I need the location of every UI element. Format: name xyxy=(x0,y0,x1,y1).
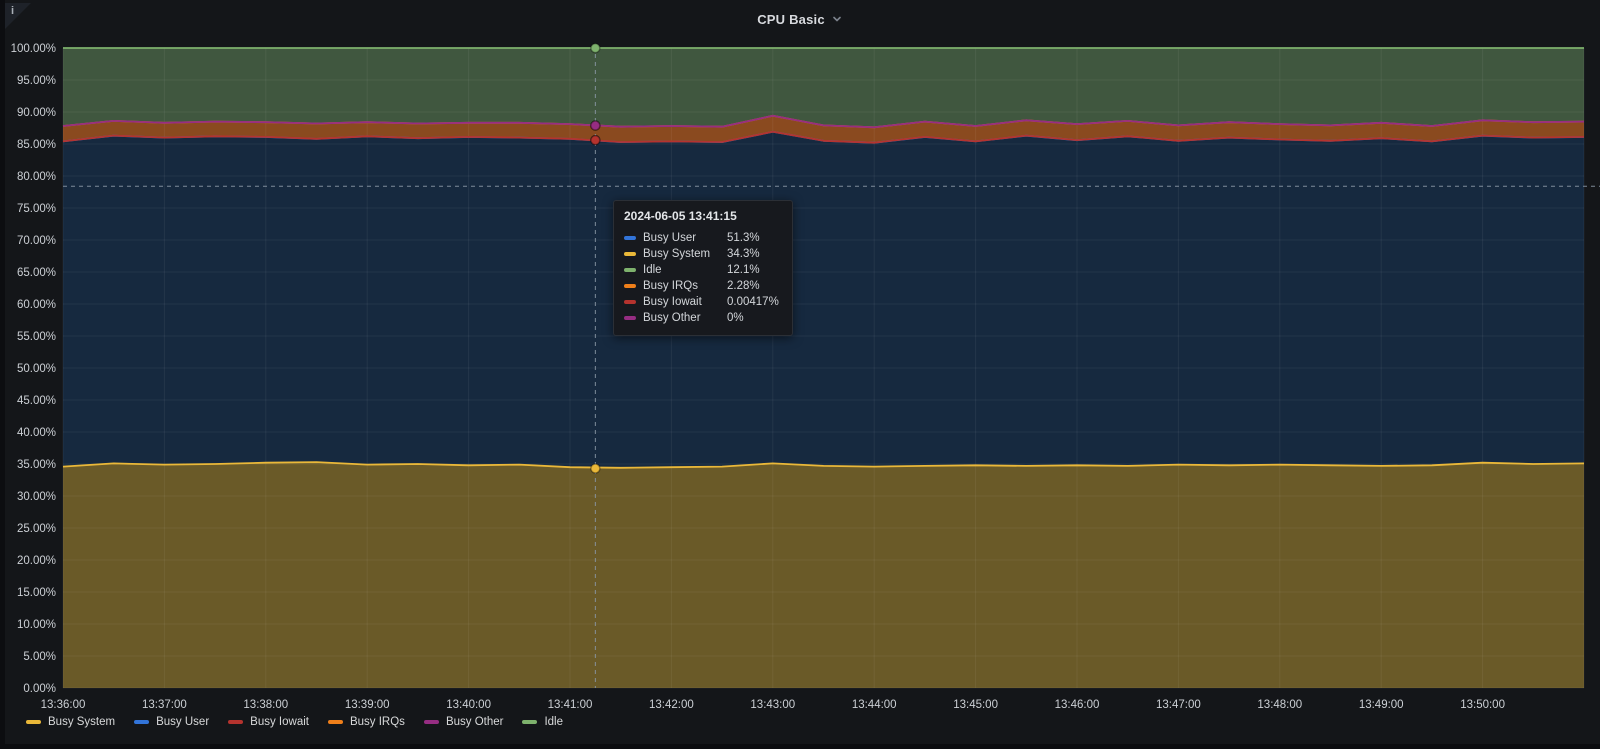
y-axis-label: 50.00% xyxy=(17,363,56,375)
legend-item-busy-other[interactable]: Busy Other xyxy=(423,716,504,728)
tooltip-row-busy-user: Busy User 51.3% xyxy=(624,230,782,246)
legend-item-busy-user[interactable]: Busy User xyxy=(134,716,209,728)
series-swatch-icon xyxy=(624,300,636,304)
x-axis-label: 13:44:00 xyxy=(852,699,897,711)
x-axis-label: 13:43:00 xyxy=(750,699,795,711)
tooltip-series-value: 0% xyxy=(727,312,744,324)
tooltip-series-value: 2.28% xyxy=(727,280,760,292)
legend-swatch-icon xyxy=(26,720,41,724)
y-axis-label: 90.00% xyxy=(17,107,56,119)
hover-marker-busy-other xyxy=(590,120,601,131)
tooltip-series-name: Busy Iowait xyxy=(643,296,702,308)
x-axis-label: 13:50:00 xyxy=(1460,699,1505,711)
series-swatch-icon xyxy=(624,316,636,320)
panel-header[interactable]: CPU Basic xyxy=(0,6,1600,32)
y-axis-label: 60.00% xyxy=(17,299,56,311)
tooltip-rows: Busy User 51.3% Busy System 34.3% Idle 12.1% B… xyxy=(624,230,782,326)
y-axis-label: 65.00% xyxy=(17,267,56,279)
panel-title: CPU Basic xyxy=(757,11,825,27)
series-swatch-icon xyxy=(624,236,636,240)
y-axis-label: 55.00% xyxy=(17,331,56,343)
y-axis-label: 5.00% xyxy=(23,651,56,663)
y-axis-label: 75.00% xyxy=(17,203,56,215)
legend-swatch-icon xyxy=(522,720,538,724)
hover-marker-busy-system xyxy=(590,463,601,474)
legend-item-busy-system[interactable]: Busy System xyxy=(26,716,115,728)
tooltip: 2024-06-05 13:41:15 Busy User 51.3% Busy S… xyxy=(613,200,793,336)
y-axis-label: 85.00% xyxy=(17,139,56,151)
tooltip-series-value: 34.3% xyxy=(727,248,760,260)
legend-swatch-icon xyxy=(423,720,439,724)
y-axis-label: 0.00% xyxy=(23,683,56,695)
tooltip-row-idle: Idle 12.1% xyxy=(624,262,782,278)
tooltip-row-busy-iowait: Busy Iowait 0.00417% xyxy=(624,294,782,310)
tooltip-timestamp: 2024-06-05 13:41:15 xyxy=(624,209,737,223)
legend-label: Idle xyxy=(544,716,564,728)
legend-label: Busy Other xyxy=(445,716,504,728)
y-axis-label: 30.00% xyxy=(17,491,56,503)
x-axis-label: 13:37:00 xyxy=(142,699,187,711)
info-icon: i xyxy=(11,5,15,17)
y-axis-label: 100.00% xyxy=(11,43,56,55)
legend-item-busy-iowait[interactable]: Busy Iowait xyxy=(228,716,309,728)
x-axis-label: 13:46:00 xyxy=(1055,699,1100,711)
legend-label: Busy System xyxy=(48,716,116,728)
x-axis-label: 13:48:00 xyxy=(1257,699,1302,711)
area-idle xyxy=(63,48,1584,128)
legend-item-idle[interactable]: Idle xyxy=(522,716,563,728)
dashboard-edge-left xyxy=(0,0,5,749)
legend: Busy System Busy User Busy Iowait Busy IRQs… xyxy=(26,716,563,728)
legend-swatch-icon xyxy=(134,720,150,724)
x-axis-label: 13:39:00 xyxy=(345,699,390,711)
tooltip-series-value: 51.3% xyxy=(727,232,760,244)
cpu-basic-chart[interactable]: 100.00% 95.00% 90.00% 85.00% 80.00% 75.00% 70.… xyxy=(0,0,1600,749)
series-swatch-icon xyxy=(624,268,636,272)
x-axis-label: 13:45:00 xyxy=(953,699,998,711)
tooltip-series-name: Busy Other xyxy=(643,312,701,324)
panel-info-corner[interactable]: i xyxy=(5,3,31,29)
tooltip-series-name: Idle xyxy=(643,264,662,276)
x-axis-label: 13:40:00 xyxy=(446,699,491,711)
dashboard-edge-bottom xyxy=(0,744,1600,749)
tooltip-row-busy-system: Busy System 34.3% xyxy=(624,246,782,262)
area-busy-user xyxy=(63,131,1584,468)
x-axis-label: 13:41:00 xyxy=(548,699,593,711)
legend-swatch-icon xyxy=(228,720,244,724)
tooltip-row-busy-irqs: Busy IRQs 2.28% xyxy=(624,278,782,294)
y-axis-label: 35.00% xyxy=(17,459,56,471)
series-swatch-icon xyxy=(624,284,636,288)
x-axis-label: 13:38:00 xyxy=(243,699,288,711)
x-axis-label: 13:49:00 xyxy=(1359,699,1404,711)
y-axis-label: 40.00% xyxy=(17,427,56,439)
tooltip-series-name: Busy System xyxy=(643,248,711,260)
hover-marker-busy-iowait xyxy=(590,134,601,146)
y-axis-label: 70.00% xyxy=(17,235,56,247)
y-axis-label: 25.00% xyxy=(17,523,56,535)
y-axis-label: 10.00% xyxy=(17,619,56,631)
tooltip-row-busy-other: Busy Other 0% xyxy=(624,310,782,326)
legend-label: Busy Iowait xyxy=(250,716,309,728)
x-axis-label: 13:36:00 xyxy=(41,699,86,711)
tooltip-series-name: Busy IRQs xyxy=(643,280,698,292)
tooltip-series-value: 0.00417% xyxy=(727,296,779,308)
legend-item-busy-irqs[interactable]: Busy IRQs xyxy=(327,716,405,728)
y-axis-label: 20.00% xyxy=(17,555,56,567)
y-axis-label: 45.00% xyxy=(17,395,56,407)
tooltip-series-value: 12.1% xyxy=(727,264,760,276)
y-axis-label: 15.00% xyxy=(17,587,56,599)
y-axis-label: 80.00% xyxy=(17,171,56,183)
legend-swatch-icon xyxy=(327,720,343,724)
tooltip-series-name: Busy User xyxy=(643,232,697,244)
legend-label: Busy IRQs xyxy=(349,716,405,728)
x-axis-label: 13:47:00 xyxy=(1156,699,1201,711)
legend-label: Busy User xyxy=(156,716,210,728)
chevron-down-icon xyxy=(832,16,841,22)
hover-marker-idle xyxy=(590,42,601,54)
series-swatch-icon xyxy=(624,252,636,256)
x-axis-label: 13:42:00 xyxy=(649,699,694,711)
y-axis-label: 95.00% xyxy=(17,75,56,87)
